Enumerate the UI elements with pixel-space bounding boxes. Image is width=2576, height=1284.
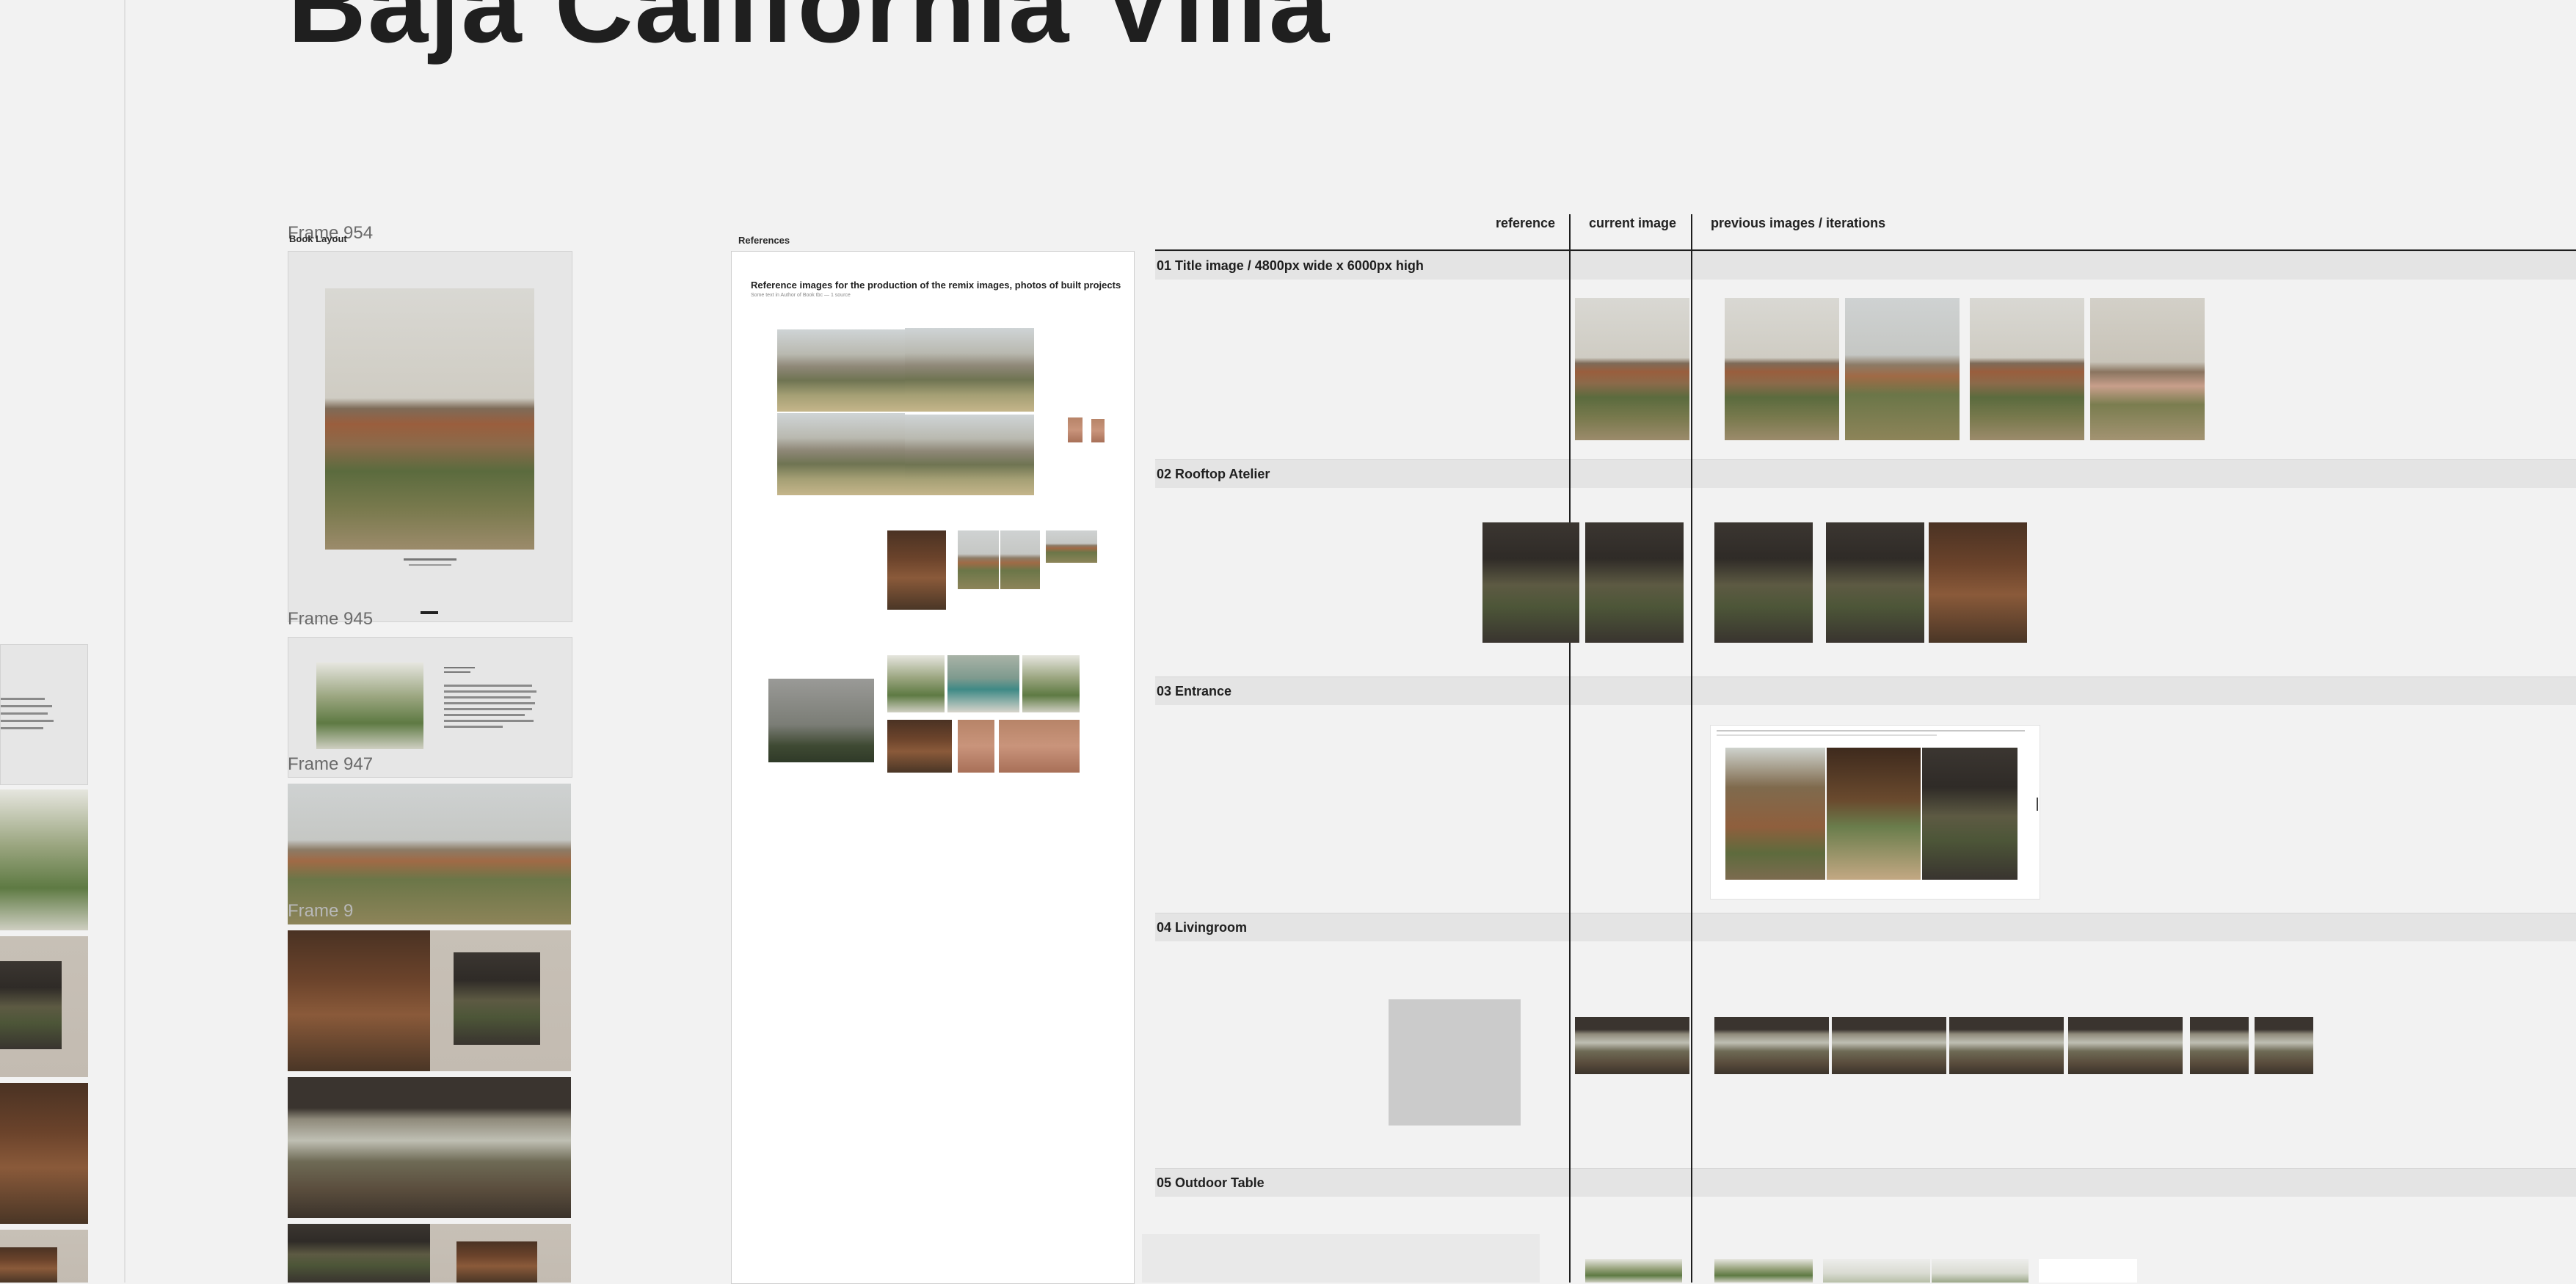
row-02[interactable]: 02 Rooftop Atelier [1155,459,2576,488]
row-04-prev-6[interactable] [2255,1017,2313,1074]
row-02-prev-3[interactable] [1929,522,2027,643]
ref-image-5[interactable] [887,530,946,610]
row-01-prev-2[interactable] [1845,298,1960,440]
row-05-prev-4[interactable] [2039,1259,2137,1283]
row-02-label: 02 Rooftop Atelier [1157,467,1270,481]
canvas-divider [124,0,125,1283]
row-05-reference-placeholder[interactable] [1142,1234,1540,1283]
ref-image-11[interactable] [947,655,1019,712]
frame-954[interactable] [288,251,572,622]
row-02-prev-2[interactable] [1826,522,1924,643]
ref-image-9[interactable] [768,679,874,762]
row-04-reference-placeholder[interactable] [1389,999,1521,1126]
row-01-prev-1[interactable] [1725,298,1839,440]
row-04-prev-4[interactable] [2068,1017,2183,1074]
left-column-frames[interactable] [0,644,88,1283]
canvas-title: Baja California Villa [288,0,1331,65]
left-page-text[interactable] [0,644,88,785]
ref-image-14[interactable] [958,720,994,773]
row-04-prev-1[interactable] [1714,1017,1829,1074]
ref-image-8[interactable] [1046,530,1097,563]
col-current-image: current image [1589,216,1677,230]
left-page-image-4[interactable] [0,1230,88,1283]
ref-image-15[interactable] [999,720,1080,773]
ref-image-4[interactable] [905,415,1034,495]
references-panel[interactable]: Reference images for the production of t… [731,251,1135,1284]
book-layout-label: Book Layout [289,233,347,244]
row-01-label: 01 Title image / 4800px wide x 6000px hi… [1157,258,1424,273]
frame-945-label: Frame 945 [288,609,374,629]
row-01-prev-3[interactable] [1970,298,2084,440]
ref-image-7[interactable] [1000,530,1040,589]
row-05-current[interactable] [1585,1259,1682,1283]
left-page-image-2[interactable] [0,936,88,1077]
row-04-label: 04 Livingroom [1157,920,1248,935]
ref-image-small-2[interactable] [1091,419,1105,442]
row-03-panel-3[interactable] [1922,748,2017,880]
row-02-current[interactable] [1585,522,1684,643]
frame-faded-label: Frame 9 [288,901,354,921]
row-03-panel-2[interactable] [1827,748,1921,880]
spread-right-page[interactable] [430,930,571,1071]
spread-left-image[interactable] [288,930,430,1071]
row-05-prev-3[interactable] [1932,1259,2029,1283]
row-03-prev-composite[interactable] [1710,725,2040,900]
row-03-label: 03 Entrance [1157,684,1232,698]
ref-image-1[interactable] [777,329,905,412]
ref-image-6[interactable] [958,530,999,589]
row-04[interactable]: 04 Livingroom [1155,913,2576,941]
row-04-prev-2[interactable] [1832,1017,1946,1074]
frame-living-spread[interactable] [288,1077,571,1218]
frame-947-label: Frame 947 [288,754,374,774]
col-reference: reference [1496,216,1556,230]
row-01-prev-4[interactable] [2090,298,2205,440]
row-05-prev-1[interactable] [1714,1259,1813,1283]
col-separator-1 [1569,214,1571,1283]
frame-bottom-spread[interactable] [288,1224,571,1283]
row-05-label: 05 Outdoor Table [1157,1175,1265,1190]
left-page-image-1[interactable] [0,789,88,930]
frame-entrance-spread[interactable] [288,930,571,1071]
cactus-image[interactable] [316,663,423,749]
ref-image-small-1[interactable] [1068,417,1083,442]
row-04-current[interactable] [1575,1017,1689,1074]
row-03[interactable]: 03 Entrance [1155,676,2576,705]
ref-image-10[interactable] [887,655,945,712]
row-02-reference[interactable] [1482,522,1579,643]
references-heading: Reference images for the production of t… [751,280,1121,291]
ref-image-12[interactable] [1022,655,1080,712]
references-subheading: Some text in Author of Book tbc — 1 sour… [751,293,851,298]
ref-image-3[interactable] [777,413,905,495]
row-05[interactable]: 05 Outdoor Table [1155,1168,2576,1197]
row-03-panel-1[interactable] [1725,748,1825,880]
row-01-current[interactable] [1575,298,1689,440]
row-02-prev-1[interactable] [1714,522,1813,643]
row-05-prev-2[interactable] [1823,1259,1930,1283]
cover-image[interactable] [325,288,534,550]
row-04-prev-3[interactable] [1949,1017,2064,1074]
ref-image-2[interactable] [905,328,1034,412]
references-label: References [738,235,790,246]
row-04-prev-5[interactable] [2190,1017,2249,1074]
col-previous-images: previous images / iterations [1711,216,1886,230]
col-separator-2 [1691,214,1692,1283]
row-01[interactable]: 01 Title image / 4800px wide x 6000px hi… [1155,251,2576,280]
left-page-image-3[interactable] [0,1083,88,1224]
drag-handle-icon[interactable] [2037,798,2038,811]
ref-image-13[interactable] [887,720,952,773]
cover-caption [404,558,456,561]
